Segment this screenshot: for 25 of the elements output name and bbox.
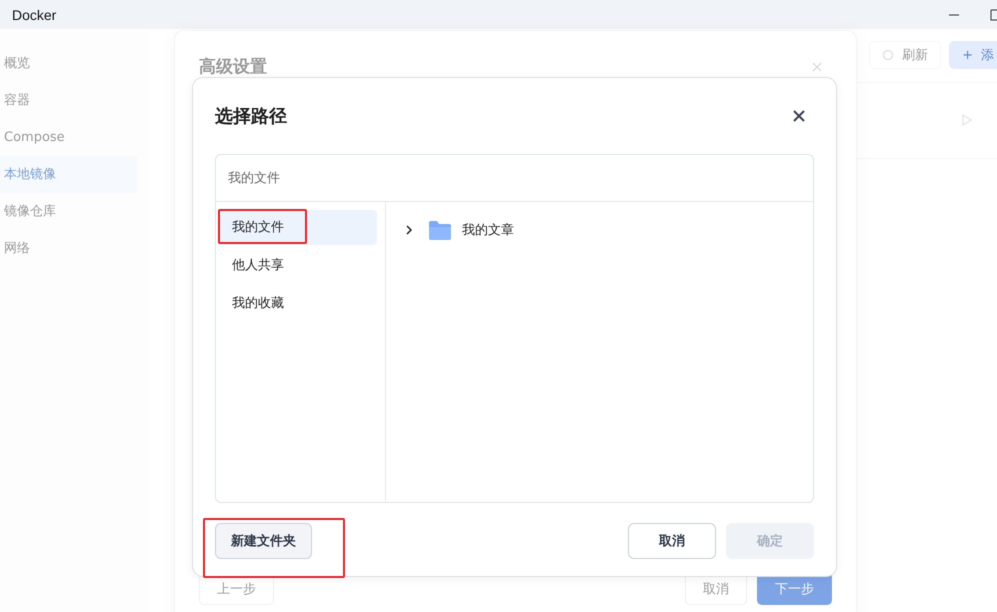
location-item[interactable]: 他人共享 bbox=[218, 248, 377, 283]
add-button[interactable]: + 添 bbox=[949, 41, 997, 69]
play-icon bbox=[962, 114, 972, 126]
sidebar-item[interactable]: 镜像仓库 bbox=[0, 193, 137, 230]
folder-name: 我的文章 bbox=[462, 222, 514, 239]
sidebar-item[interactable]: 概览 bbox=[0, 45, 137, 82]
sidebar-item[interactable]: Compose bbox=[0, 119, 137, 156]
path-breadcrumb[interactable]: 我的文件 bbox=[228, 169, 280, 187]
window-title: Docker bbox=[12, 6, 56, 22]
new-folder-button[interactable]: 新建文件夹 bbox=[215, 523, 312, 559]
sidebar-item[interactable]: 网络 bbox=[0, 230, 137, 267]
dialog-title: 高级设置 bbox=[199, 56, 267, 78]
cancel-button[interactable]: 取消 bbox=[628, 523, 716, 559]
close-icon bbox=[812, 62, 822, 72]
location-item[interactable]: 我的收藏 bbox=[218, 286, 377, 321]
refresh-button[interactable]: 刷新 bbox=[869, 41, 942, 69]
location-item[interactable]: 我的文件 bbox=[218, 210, 377, 245]
sidebar-item[interactable]: 容器 bbox=[0, 82, 137, 119]
dialog-title: 选择路径 bbox=[215, 105, 287, 128]
close-icon[interactable] bbox=[793, 110, 805, 122]
maximize-icon[interactable] bbox=[990, 8, 997, 20]
tree-row[interactable]: 我的文章 bbox=[405, 216, 813, 244]
sidebar-item[interactable]: 本地镜像 bbox=[0, 156, 137, 193]
folder-icon bbox=[429, 220, 451, 240]
refresh-icon bbox=[882, 49, 894, 61]
